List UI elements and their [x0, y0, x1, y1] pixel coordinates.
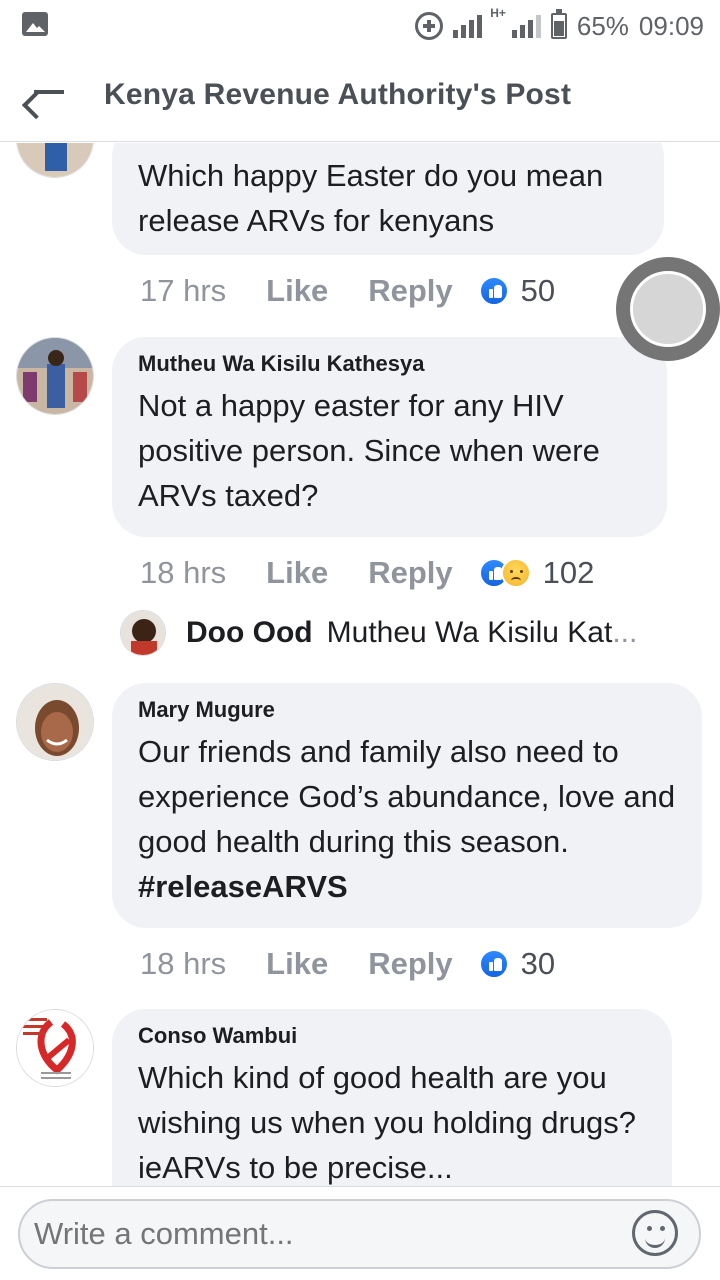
signal-icon-2 [511, 14, 541, 38]
page-title: Kenya Revenue Authority's Post [104, 78, 572, 111]
comment-bubble[interactable]: Which happy Easter do you mean release A… [112, 143, 664, 255]
avatar[interactable] [120, 610, 166, 656]
avatar[interactable] [16, 143, 94, 178]
reply-button[interactable]: Reply [368, 555, 452, 591]
comment-bubble[interactable]: Mutheu Wa Kisilu Kathesya Not a happy ea… [112, 337, 667, 537]
comment-text: Which happy Easter do you mean release A… [138, 158, 604, 238]
clock: 09:09 [638, 10, 704, 41]
comment-actions: 18 hrs Like Reply 102 [140, 553, 594, 593]
emoji-icon[interactable] [632, 1210, 678, 1256]
avatar[interactable] [16, 337, 94, 415]
comment-time[interactable]: 18 hrs [140, 555, 226, 591]
status-icons: H+ 65% 09:09 [415, 6, 704, 46]
comment-text: Our friends and family also need to expe… [138, 729, 676, 909]
hashtag-link[interactable]: #releaseARVS [138, 869, 348, 904]
reply-ellipsis: ... [612, 616, 638, 649]
battery-icon [550, 9, 567, 39]
reply-button[interactable]: Reply [368, 273, 452, 309]
comment-input[interactable] [18, 1199, 701, 1269]
gallery-notification-icon [22, 12, 48, 36]
like-button[interactable]: Like [266, 555, 328, 591]
like-reaction-icon[interactable] [478, 949, 509, 979]
sad-reaction-icon[interactable] [500, 558, 531, 588]
reply-preview[interactable]: Doo Ood Mutheu Wa Kisilu Kat ... [120, 609, 637, 657]
comment-author[interactable]: Mutheu Wa Kisilu Kathesya [138, 351, 641, 377]
comment-actions: 18 hrs Like Reply 30 [140, 944, 555, 984]
like-button[interactable]: Like [266, 946, 328, 982]
comment-actions: 17 hrs Like Reply 50 [140, 271, 555, 311]
signal-icon [453, 14, 483, 38]
comment-author[interactable]: Mary Mugure [138, 697, 676, 723]
comment-composer [0, 1186, 720, 1280]
like-button[interactable]: Like [266, 273, 328, 309]
comment-bubble[interactable]: Mary Mugure Our friends and family also … [112, 683, 702, 928]
top-app-bar: Kenya Revenue Authority's Post [0, 52, 720, 142]
comment-text: Which kind of good health are you wishin… [138, 1060, 637, 1185]
network-type-label: H+ [490, 6, 506, 20]
like-reaction-icon[interactable] [478, 276, 509, 306]
reaction-count[interactable]: 50 [521, 273, 555, 309]
floating-assistive-button[interactable] [616, 257, 720, 361]
back-arrow-icon[interactable] [30, 77, 66, 107]
comment-time[interactable]: 17 hrs [140, 273, 226, 309]
reaction-count[interactable]: 102 [543, 555, 595, 591]
reply-author[interactable]: Doo Ood [186, 616, 313, 650]
reply-text: Mutheu Wa Kisilu Kat [326, 616, 613, 649]
avatar[interactable] [16, 1009, 94, 1087]
comment-author[interactable]: Conso Wambui [138, 1023, 646, 1049]
reaction-count[interactable]: 30 [521, 946, 555, 982]
reply-button[interactable]: Reply [368, 946, 452, 982]
comment-text: Not a happy easter for any HIV positive … [138, 388, 600, 513]
avatar[interactable] [16, 683, 94, 761]
battery-percent: 65% [576, 10, 629, 41]
comments-list[interactable]: Which happy Easter do you mean release A… [0, 143, 720, 1186]
comment-body: Our friends and family also need to expe… [138, 734, 676, 859]
data-saver-icon [415, 12, 444, 40]
comment-bubble[interactable]: Conso Wambui Which kind of good health a… [112, 1009, 672, 1186]
comment-time[interactable]: 18 hrs [140, 946, 226, 982]
status-bar: H+ 65% 09:09 [0, 0, 720, 52]
